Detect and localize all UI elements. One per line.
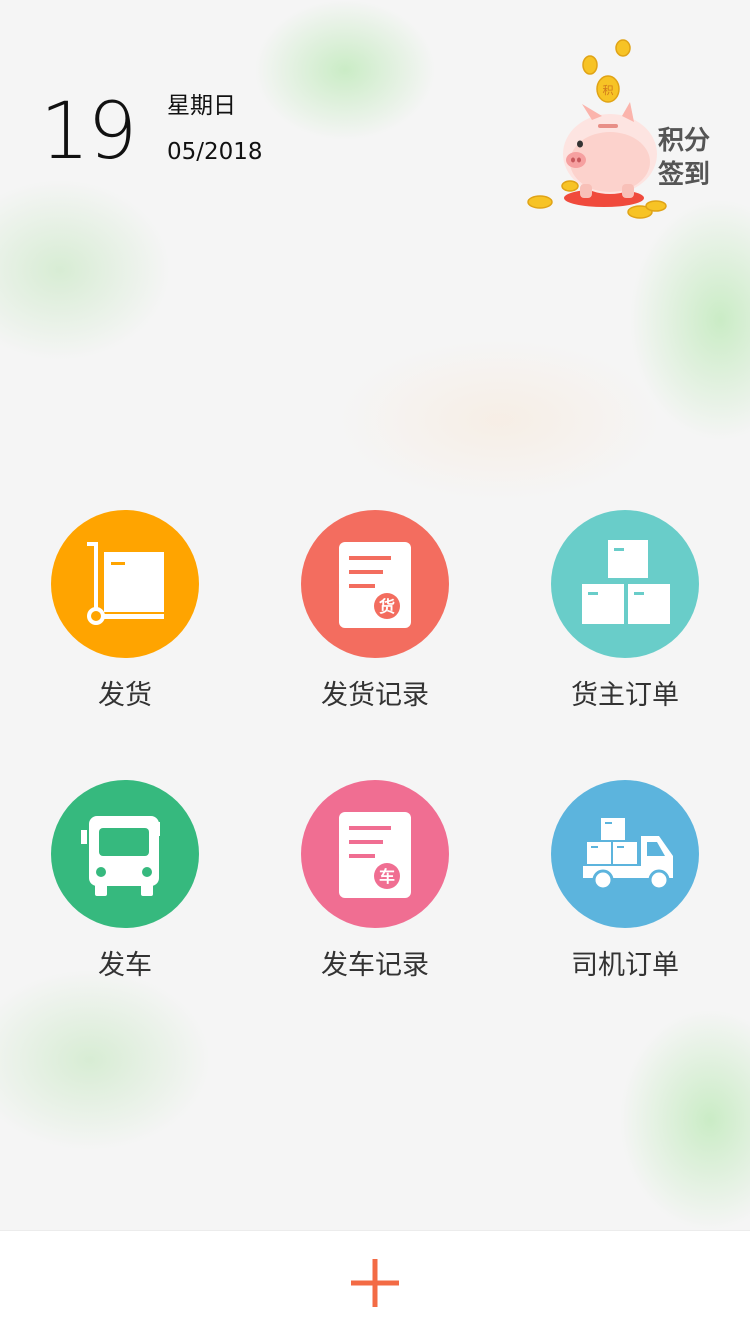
grid-item-driver-orders[interactable]: 司机订单: [500, 780, 750, 1000]
delivery-truck-icon: [583, 818, 673, 891]
svg-text:车: 车: [379, 867, 395, 886]
driver-orders-icon-circle: [551, 780, 699, 928]
truck-front-icon: [81, 816, 160, 896]
add-button[interactable]: [345, 1253, 405, 1313]
cart-box-icon: [87, 542, 164, 625]
day-number: 19: [40, 87, 137, 177]
grid-item-label: 发车记录: [321, 950, 429, 981]
vehicle-record-icon: 车: [339, 812, 411, 898]
grid-item-ship-records[interactable]: 货 发货记录: [250, 510, 500, 730]
bottom-bar: [0, 1230, 750, 1335]
points-checkin-button[interactable]: 积 积分 签到: [522, 36, 722, 226]
plus-icon: [351, 1259, 399, 1307]
grid-item-shipper-orders[interactable]: 货主订单: [500, 510, 750, 730]
checkin-label-line1: 积分: [658, 126, 711, 156]
ship-records-icon-circle: 货: [301, 510, 449, 658]
weekday-label: 星期日: [167, 93, 236, 119]
dispatch-records-icon-circle: 车: [301, 780, 449, 928]
grid-item-label: 发货记录: [321, 680, 429, 711]
dispatch-icon-circle: [51, 780, 199, 928]
grid-item-dispatch[interactable]: 发车: [0, 780, 250, 1000]
checkin-label: 积分 签到: [658, 124, 718, 192]
ship-icon-circle: [51, 510, 199, 658]
grid-item-dispatch-records[interactable]: 车 发车记录: [250, 780, 500, 1000]
shipper-orders-icon-circle: [551, 510, 699, 658]
grid-item-ship[interactable]: 发货: [0, 510, 250, 730]
grid-item-label: 司机订单: [571, 950, 679, 981]
svg-text:货: 货: [379, 597, 395, 616]
piggy-bank-icon: 积: [527, 39, 667, 219]
grid-item-label: 发货: [98, 680, 152, 711]
cargo-record-icon: 货: [339, 542, 411, 628]
stacked-boxes-icon: [582, 540, 670, 624]
month-year-label: 05/2018: [167, 139, 263, 165]
grid-item-label: 货主订单: [571, 680, 679, 711]
checkin-label-line2: 签到: [658, 160, 711, 190]
grid-item-label: 发车: [98, 950, 152, 981]
svg-text:积: 积: [603, 84, 614, 97]
